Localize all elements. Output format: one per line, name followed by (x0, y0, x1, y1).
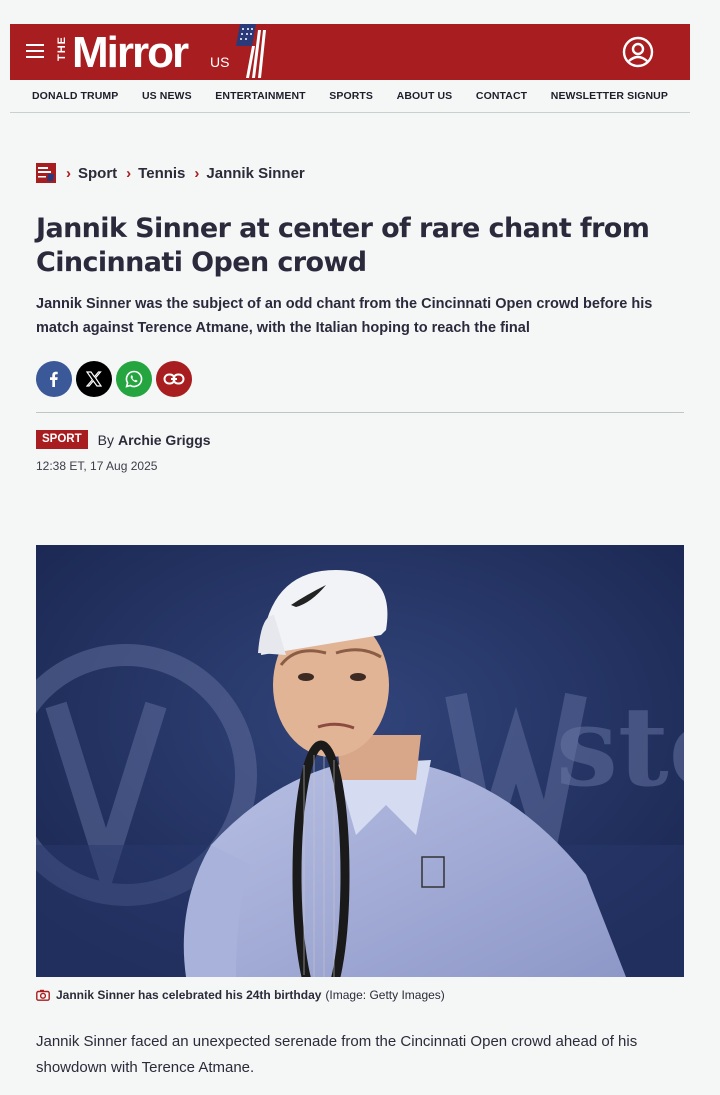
logo-wordmark: Mirror (72, 28, 189, 77)
nav-entertainment[interactable]: ENTERTAINMENT (215, 90, 305, 102)
x-share-button[interactable] (76, 361, 112, 397)
top-navigation: DONALD TRUMP US NEWS ENTERTAINMENT SPORT… (10, 80, 690, 113)
facebook-share-button[interactable] (36, 361, 72, 397)
breadcrumb-jannik-sinner[interactable]: Jannik Sinner (206, 165, 304, 182)
nav-us-news[interactable]: US NEWS (142, 90, 192, 102)
hamburger-icon[interactable] (26, 44, 44, 58)
link-icon (163, 373, 185, 385)
author-link[interactable]: Archie Griggs (118, 432, 211, 448)
chevron-right-icon: › (126, 164, 132, 182)
byline: SPORT By Archie Griggs (36, 430, 211, 449)
section-badge[interactable]: SPORT (36, 430, 88, 449)
article-headline: Jannik Sinner at center of rare chant fr… (36, 213, 650, 278)
nav-newsletter-signup[interactable]: NEWSLETTER SIGNUP (551, 90, 668, 102)
hero-image[interactable]: ste (36, 545, 684, 977)
breadcrumb-tennis[interactable]: Tennis (138, 165, 185, 182)
copy-link-button[interactable] (156, 361, 192, 397)
masthead: THE Mirror US (10, 24, 690, 80)
logo-the: THE (56, 36, 68, 61)
caption-credit: (Image: Getty Images) (325, 988, 445, 1002)
nav-about-us[interactable]: ABOUT US (397, 90, 453, 102)
camera-icon (36, 989, 50, 1001)
article-standfirst: Jannik Sinner was the subject of an odd … (36, 296, 653, 336)
divider (36, 412, 684, 413)
breadcrumb-sport[interactable]: Sport (78, 165, 117, 182)
logo-us: US (210, 54, 230, 70)
flag-stripes-icon (236, 24, 266, 78)
whatsapp-icon (125, 370, 143, 388)
nav-sports[interactable]: SPORTS (329, 90, 373, 102)
breadcrumb: › Sport › Tennis › Jannik Sinner (36, 162, 305, 184)
user-circle-icon[interactable] (622, 36, 654, 68)
whatsapp-share-button[interactable] (116, 361, 152, 397)
share-bar (36, 361, 192, 397)
nav-contact[interactable]: CONTACT (476, 90, 527, 102)
nav-donald-trump[interactable]: DONALD TRUMP (32, 90, 118, 102)
publish-timestamp: 12:38 ET, 17 Aug 2025 (36, 459, 158, 473)
article-paragraph: Jannik Sinner faced an unexpected serena… (36, 1033, 638, 1076)
image-caption: Jannik Sinner has celebrated his 24th bi… (36, 988, 445, 1002)
site-logo[interactable]: THE Mirror US (56, 24, 271, 78)
caption-text: Jannik Sinner has celebrated his 24th bi… (56, 988, 322, 1002)
chevron-right-icon: › (66, 164, 71, 182)
player-photo: ste (36, 545, 684, 977)
mirror-mini-logo-icon[interactable] (36, 163, 56, 183)
x-icon (86, 371, 102, 387)
svg-text:ste: ste (556, 682, 684, 811)
facebook-icon (50, 371, 58, 387)
by-label: By (97, 431, 114, 448)
chevron-right-icon: › (194, 164, 200, 182)
